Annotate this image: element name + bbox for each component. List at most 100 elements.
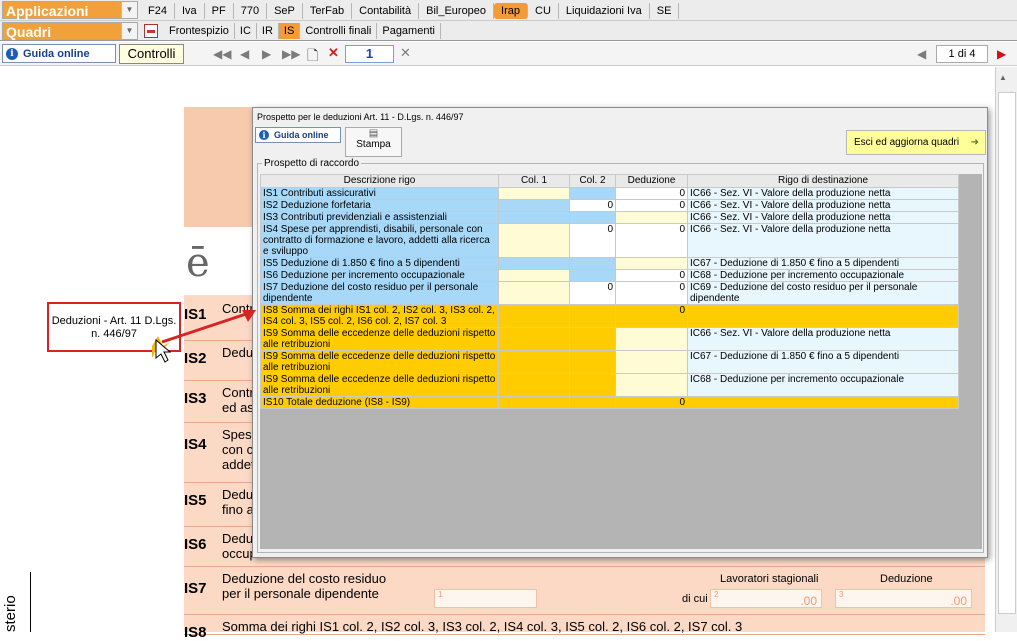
next-modulo-icon[interactable]: ▶ bbox=[997, 47, 1006, 61]
tab-liquidazioni-iva[interactable]: Liquidazioni Iva bbox=[559, 3, 650, 19]
cell-c2[interactable] bbox=[569, 396, 616, 409]
tab-cu[interactable]: CU bbox=[528, 3, 559, 19]
controlli-button[interactable]: Controlli bbox=[119, 44, 184, 64]
cell-c1[interactable] bbox=[498, 373, 570, 397]
cell-ded[interactable] bbox=[615, 350, 688, 374]
cell-dest: IC68 - Deduzione per incremento occupazi… bbox=[687, 373, 959, 397]
tab-bil-europeo[interactable]: Bil_Europeo bbox=[419, 3, 495, 19]
cell-c2[interactable] bbox=[569, 211, 616, 224]
first-page-icon[interactable]: ◀◀ bbox=[213, 47, 231, 61]
chevron-down-icon[interactable]: ▼ bbox=[121, 23, 137, 39]
page-number[interactable]: 1 bbox=[345, 45, 394, 63]
cell-desc: IS8 Somma dei righi IS1 col. 2, IS2 col.… bbox=[260, 304, 499, 328]
cell-ded[interactable]: 0 bbox=[615, 223, 688, 258]
cell-c2[interactable] bbox=[569, 350, 616, 374]
stampa-button[interactable]: ▤ Stampa bbox=[345, 127, 402, 157]
cell-c1[interactable] bbox=[498, 327, 570, 351]
dialog-title: Prospetto per le deduzioni Art. 11 - D.L… bbox=[257, 112, 464, 122]
subtab-ic[interactable]: IC bbox=[235, 23, 257, 39]
cell-ded[interactable]: 0 bbox=[615, 396, 688, 409]
quadri-dropdown[interactable]: Quadri ▼ bbox=[2, 22, 138, 40]
cell-c2[interactable]: 0 bbox=[569, 281, 616, 305]
prospetto-table: Descrizione rigo Col. 1 Col. 2 Deduzione Rig… bbox=[260, 174, 959, 409]
clear-icon[interactable]: ✕ bbox=[400, 45, 411, 61]
cell-c1[interactable] bbox=[498, 199, 570, 212]
cell-c2[interactable] bbox=[569, 257, 616, 270]
cell-ded[interactable] bbox=[615, 211, 688, 224]
cell-c2[interactable]: 0 bbox=[569, 199, 616, 212]
table-row: IS9 Somma delle eccedenze delle deduzion… bbox=[260, 373, 959, 397]
di-cui-label: di cui bbox=[682, 593, 708, 605]
cell-ded[interactable]: 0 bbox=[615, 199, 688, 212]
form-row-code: IS6 bbox=[184, 536, 207, 553]
last-page-icon[interactable]: ▶▶ bbox=[282, 47, 300, 61]
guida-online-button[interactable]: i Guida online bbox=[2, 44, 116, 63]
applicazioni-dropdown[interactable]: Applicazioni ▼ bbox=[2, 1, 138, 19]
cell-desc: IS10 Totale deduzione (IS8 - IS9) bbox=[260, 396, 499, 409]
tab-irap[interactable]: Irap bbox=[494, 3, 529, 19]
is7-field-1[interactable]: 1 bbox=[434, 589, 537, 608]
cell-c1[interactable] bbox=[498, 187, 570, 200]
cell-ded[interactable] bbox=[615, 327, 688, 351]
is7-field-2[interactable]: 2.00 bbox=[710, 589, 822, 608]
table-row: IS4 Spese per apprendisti, disabili, per… bbox=[260, 223, 959, 258]
new-page-icon[interactable]: 🗋 bbox=[307, 45, 318, 69]
cell-ded[interactable] bbox=[615, 373, 688, 397]
cell-desc: IS2 Deduzione forfetaria bbox=[260, 199, 499, 212]
tab-se[interactable]: SE bbox=[650, 3, 680, 19]
tab-f24[interactable]: F24 bbox=[141, 3, 175, 19]
is7-field-3[interactable]: 3.00 bbox=[835, 589, 972, 608]
cell-c1[interactable] bbox=[498, 350, 570, 374]
cell-ded[interactable]: 0 bbox=[615, 304, 688, 328]
cell-c2[interactable]: 0 bbox=[569, 223, 616, 258]
exit-icon: ➜ bbox=[970, 137, 979, 148]
pdf-icon[interactable] bbox=[144, 24, 158, 38]
tab-iva[interactable]: Iva bbox=[175, 3, 205, 19]
cell-c2[interactable] bbox=[569, 187, 616, 200]
subtab-pagamenti[interactable]: Pagamenti bbox=[377, 23, 441, 39]
dialog-guida-button[interactable]: i Guida online bbox=[255, 127, 341, 143]
tab-770[interactable]: 770 bbox=[234, 3, 268, 19]
delete-page-icon[interactable]: ✕ bbox=[328, 45, 339, 61]
subtab-is[interactable]: IS bbox=[278, 23, 301, 39]
cell-c1[interactable] bbox=[498, 304, 570, 328]
cell-c2[interactable] bbox=[569, 373, 616, 397]
cell-c2[interactable] bbox=[569, 269, 616, 282]
vertical-scrollbar[interactable]: ▲ bbox=[995, 67, 1017, 632]
subtab-frontespizio[interactable]: Frontespizio bbox=[164, 23, 235, 39]
next-page-icon[interactable]: ▶ bbox=[262, 47, 271, 61]
cell-dest: IC66 - Sez. VI - Valore della produzione… bbox=[687, 327, 959, 351]
cell-ded[interactable]: 0 bbox=[615, 187, 688, 200]
tab-terfab[interactable]: TerFab bbox=[303, 3, 353, 19]
cell-c1[interactable] bbox=[498, 281, 570, 305]
guida-online-label: Guida online bbox=[23, 47, 90, 60]
cell-c1[interactable] bbox=[498, 211, 570, 224]
cell-ded[interactable]: 0 bbox=[615, 281, 688, 305]
cell-c1[interactable] bbox=[498, 223, 570, 258]
cell-c1[interactable] bbox=[498, 269, 570, 282]
subtab-controlli-finali[interactable]: Controlli finali bbox=[300, 23, 378, 39]
scroll-thumb[interactable] bbox=[998, 92, 1016, 614]
cell-c2[interactable] bbox=[569, 304, 616, 328]
tab-contabilit-[interactable]: Contabilità bbox=[352, 3, 420, 19]
cell-c2[interactable] bbox=[569, 327, 616, 351]
prev-modulo-icon[interactable]: ◀ bbox=[917, 47, 926, 61]
cell-desc: IS9 Somma delle eccedenze delle deduzion… bbox=[260, 327, 499, 351]
tab-sep[interactable]: SeP bbox=[267, 3, 303, 19]
form-row-code: IS5 bbox=[184, 492, 207, 509]
cell-c1[interactable] bbox=[498, 396, 570, 409]
tab-pf[interactable]: PF bbox=[205, 3, 234, 19]
table-row: IS7 Deduzione del costo residuo per il p… bbox=[260, 281, 959, 305]
table-row: IS1 Contributi assicurativi 0 IC66 - Sez. … bbox=[260, 187, 959, 200]
cell-ded[interactable]: 0 bbox=[615, 269, 688, 282]
table-row: IS9 Somma delle eccedenze delle deduzion… bbox=[260, 350, 959, 374]
subtab-ir[interactable]: IR bbox=[257, 23, 279, 39]
cell-ded[interactable] bbox=[615, 257, 688, 270]
form-row-text: Deduzione del costo residuo per il perso… bbox=[222, 571, 387, 601]
scroll-up-icon[interactable]: ▲ bbox=[999, 73, 1007, 82]
applicazioni-label: Applicazioni bbox=[6, 3, 89, 19]
prev-page-icon[interactable]: ◀ bbox=[240, 47, 249, 61]
esci-aggiorna-button[interactable]: Esci ed aggiorna quadri ➜ bbox=[846, 130, 986, 155]
chevron-down-icon[interactable]: ▼ bbox=[121, 2, 137, 18]
cell-c1[interactable] bbox=[498, 257, 570, 270]
